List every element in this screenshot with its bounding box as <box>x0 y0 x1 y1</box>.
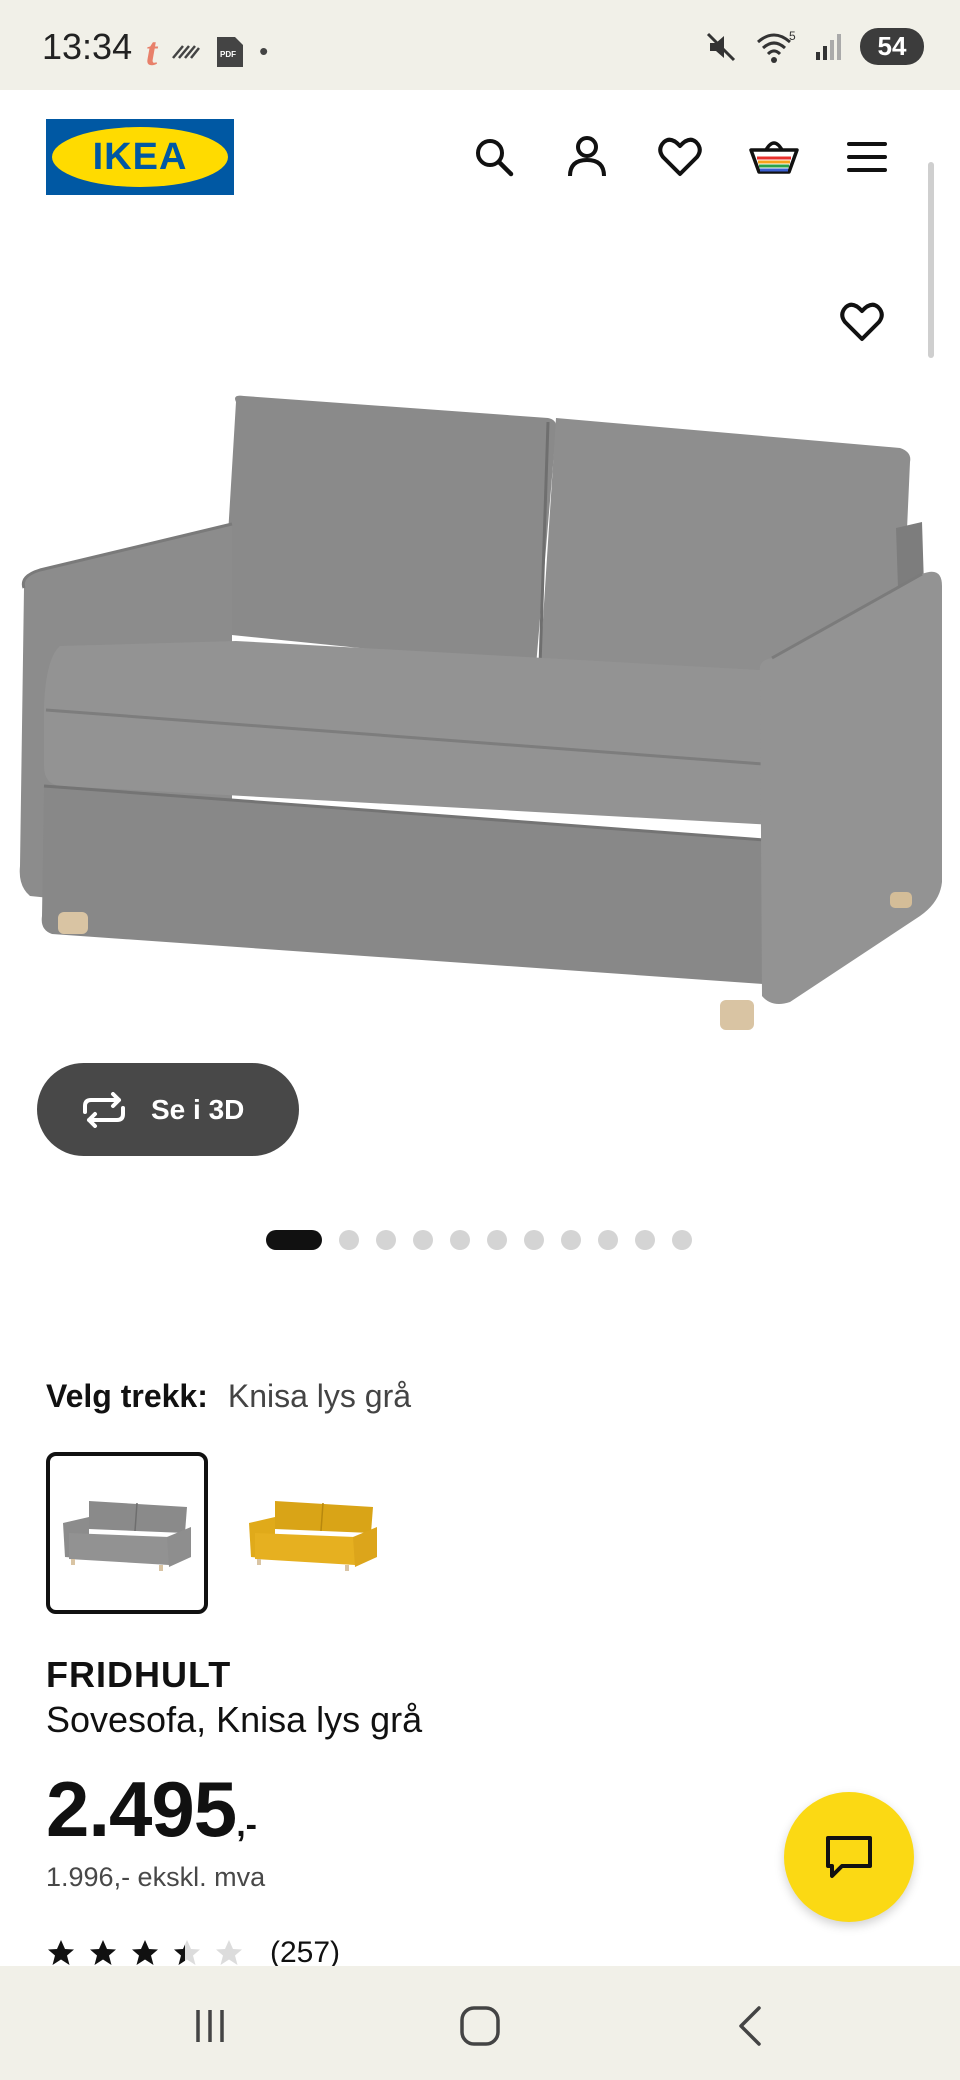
carousel-dot[interactable] <box>524 1230 544 1250</box>
status-time: 13:34 <box>42 26 133 67</box>
price-decimal: ,- <box>236 1806 257 1844</box>
carousel-dot[interactable] <box>376 1230 396 1250</box>
menu-icon[interactable] <box>842 132 892 182</box>
cell-signal-icon <box>816 33 841 60</box>
logo-text: IKEA <box>52 127 228 187</box>
variant-key: Velg trekk: <box>46 1378 208 1414</box>
rotate-3d-icon <box>83 1091 125 1128</box>
carousel-dot[interactable] <box>413 1230 433 1250</box>
status-bar: 13:34 t PDF • 5 54 <box>0 0 960 90</box>
pdf-file-icon: PDF <box>217 36 244 67</box>
half-star-icon <box>174 1940 200 1965</box>
carousel-dot[interactable] <box>561 1230 581 1250</box>
view-in-3d-button[interactable]: Se i 3D <box>37 1063 299 1156</box>
chat-button[interactable] <box>784 1792 914 1922</box>
image-carousel-pagination[interactable] <box>266 1230 692 1250</box>
basket-icon[interactable] <box>749 132 799 182</box>
heart-icon[interactable] <box>655 132 705 182</box>
add-to-favourites-icon[interactable] <box>840 302 894 352</box>
star-icon <box>90 1940 116 1965</box>
home-icon[interactable] <box>450 1996 510 2056</box>
product-description: Sovesofa, Knisa lys grå <box>46 1699 423 1740</box>
user-icon[interactable] <box>562 132 612 182</box>
back-icon[interactable] <box>720 1996 780 2056</box>
carousel-dot[interactable] <box>339 1230 359 1250</box>
mute-icon <box>706 32 736 61</box>
more-notifications-dot: • <box>259 36 269 66</box>
carousel-dot[interactable] <box>487 1230 507 1250</box>
variant-swatch-gray[interactable] <box>46 1452 208 1614</box>
variant-selector-label: Velg trekk: Knisa lys grå <box>46 1378 411 1415</box>
variant-value: Knisa lys grå <box>227 1378 412 1414</box>
battery-indicator: 54 <box>860 28 924 65</box>
carousel-dot[interactable] <box>635 1230 655 1250</box>
product-name: FRIDHULT <box>46 1654 232 1695</box>
system-navigation-bar <box>0 1966 960 2080</box>
review-count: (257) <box>270 1936 341 1969</box>
product-rating[interactable]: (257) <box>46 1936 340 1970</box>
star-icon <box>48 1940 74 1965</box>
site-header: IKEA <box>0 90 960 226</box>
ikea-logo[interactable]: IKEA <box>46 119 234 195</box>
carousel-dot[interactable] <box>450 1230 470 1250</box>
variant-swatch-yellow[interactable] <box>232 1452 394 1614</box>
carousel-dot[interactable] <box>672 1230 692 1250</box>
product-price: 2.495,- <box>46 1764 257 1855</box>
notification-icons: t PDF • <box>146 28 268 75</box>
app-t-icon: t <box>146 29 158 74</box>
price-excluding-vat: 1.996,- ekskl. mva <box>46 1862 266 1892</box>
wifi-band-label: 5 <box>789 30 796 43</box>
system-icons: 5 54 <box>704 28 924 65</box>
chat-bubble-icon <box>826 1836 872 1878</box>
search-icon[interactable] <box>469 132 519 182</box>
empty-star-icon <box>216 1940 242 1965</box>
signal-lines-icon <box>172 44 201 59</box>
star-icon <box>132 1940 158 1965</box>
carousel-dot[interactable] <box>598 1230 618 1250</box>
wifi-icon: 5 <box>757 30 796 63</box>
product-image-sofa[interactable] <box>0 226 960 1086</box>
price-integer: 2.495 <box>46 1765 237 1853</box>
svg-text:PDF: PDF <box>220 50 236 59</box>
carousel-dot-active[interactable] <box>266 1230 322 1250</box>
recent-apps-icon[interactable] <box>180 1996 240 2056</box>
view-in-3d-label: Se i 3D <box>151 1093 245 1125</box>
